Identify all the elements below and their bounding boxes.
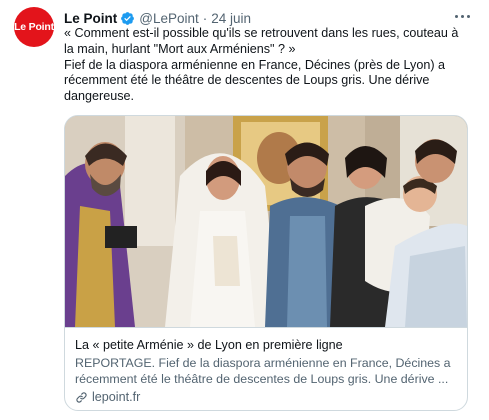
card-title[interactable]: La « petite Arménie » de Lyon en premièr… <box>75 337 457 353</box>
card-photo[interactable] <box>65 116 467 327</box>
more-dot <box>466 14 470 18</box>
link-icon <box>76 392 87 403</box>
more-dot <box>460 14 464 18</box>
tweet-text-quote: « Comment est-il possible qu'ils se retr… <box>64 26 459 56</box>
tweet-text-body: Fief de la diaspora arménienne en France… <box>64 57 446 104</box>
card-photo-illustration <box>65 116 467 327</box>
header-separator: · <box>202 10 208 26</box>
card-domain: lepoint.fr <box>92 390 141 405</box>
author-handle[interactable]: @LePoint <box>139 11 199 26</box>
more-options-icon[interactable] <box>452 8 472 24</box>
more-dot <box>454 14 458 18</box>
card-description: REPORTAGE. Fief de la diaspora arménienn… <box>75 356 451 386</box>
tweet-date[interactable]: 24 juin <box>211 11 251 26</box>
avatar-logo-text: Le Point <box>14 21 54 33</box>
avatar[interactable]: Le Point <box>14 7 54 47</box>
verified-badge-icon <box>121 11 135 25</box>
tweet-text: « Comment est-il possible qu'ils se retr… <box>64 26 468 105</box>
author-name[interactable]: Le Point <box>64 11 117 26</box>
card-body[interactable]: La « petite Arménie » de Lyon en premièr… <box>65 327 467 410</box>
tweet-header: Le Point @LePoint · 24 juin <box>64 9 251 27</box>
card-domain-row[interactable]: lepoint.fr <box>75 390 457 404</box>
link-card[interactable]: La « petite Arménie » de Lyon en premièr… <box>64 115 468 411</box>
tweet[interactable]: Le Point Le Point @LePoint · 24 juin « C… <box>0 0 489 420</box>
